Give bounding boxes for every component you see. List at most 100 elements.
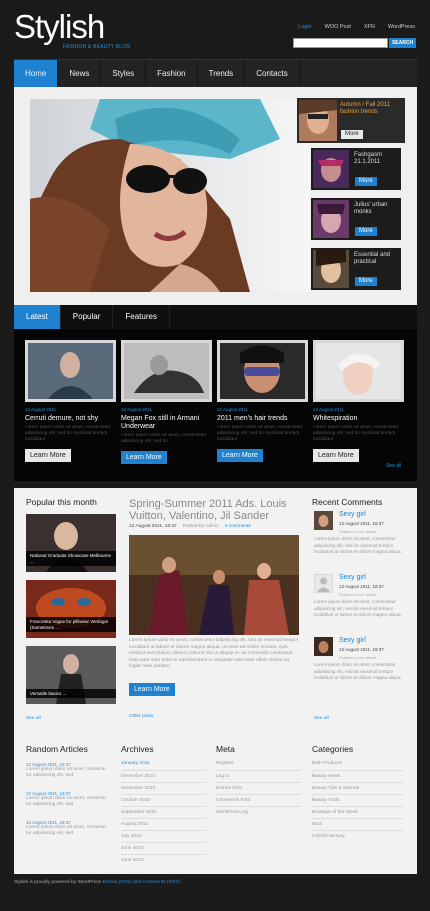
hero-side-item-1[interactable]: Autumn / Fall 2011 fashion trends More [297, 98, 405, 143]
meta-link[interactable]: Entries RSS [216, 782, 301, 794]
site-logo[interactable]: Stylish [14, 8, 105, 46]
hero-side-item-4[interactable]: Essential and practical More [311, 248, 401, 290]
nav-contacts[interactable]: Contacts [245, 60, 300, 88]
comment-date: 12 August 2011, 18:37 [339, 584, 384, 589]
archive-link[interactable]: January 2011 [121, 758, 206, 770]
archive-link[interactable]: November 2010 [121, 782, 206, 794]
archive-link[interactable]: June 2010 [121, 842, 206, 854]
archive-link[interactable]: December 2010 [121, 770, 206, 782]
hero-slider: Autumn / Fall 2011 fashion trends More F… [14, 87, 417, 305]
card-image[interactable] [217, 340, 308, 402]
random-item[interactable]: 12 August 2011, 18:37 Lorem ipsum dolor … [26, 762, 111, 779]
top-link-wordpress[interactable]: WordPress [388, 24, 415, 30]
more-button[interactable]: More [355, 227, 377, 236]
comments-see-all[interactable]: See all [314, 716, 329, 721]
comment-author[interactable]: Sexy girl [339, 574, 366, 581]
card-image[interactable] [25, 340, 116, 402]
card-date: 12 August 2011 [313, 407, 344, 412]
popular-item[interactable]: Franceska Vogue for pilliwear Verdugo! (… [26, 580, 116, 638]
meta-link[interactable]: Comments RSS [216, 794, 301, 806]
card-excerpt: Lorem ipsum dolor sit amet, consectetur … [25, 425, 111, 442]
nav-styles[interactable]: Styles [101, 60, 147, 88]
post-image[interactable] [129, 535, 299, 635]
more-button[interactable]: More [355, 177, 377, 186]
card-image[interactable] [121, 340, 212, 402]
older-posts-link[interactable]: Older posts [129, 714, 154, 719]
comment-text: Lorem ipsum dolor sit amet, consectetur … [314, 662, 402, 680]
post-title[interactable]: Spring-Summer 2011 Ads. Louis Vuitton, V… [129, 498, 309, 522]
top-links: Login WOO Post XFN WordPress [298, 24, 415, 30]
learn-more-button[interactable]: Learn More [313, 449, 359, 462]
category-link[interactable]: Beauty Tips & Secrets [312, 782, 404, 794]
learn-more-button[interactable]: Learn More [25, 449, 71, 462]
meta-link[interactable]: Register [216, 758, 301, 770]
more-button[interactable]: More [341, 130, 363, 139]
tab-features[interactable]: Features [113, 305, 170, 329]
meta-link[interactable]: Log in [216, 770, 301, 782]
card-title[interactable]: Cerruti demure, not shy [25, 415, 116, 423]
archive-link[interactable]: July 2010 [121, 830, 206, 842]
comment-note: Posted in your article [339, 592, 377, 597]
category-link[interactable]: Boutique of the Week [312, 806, 404, 818]
popular-heading: Popular this month [26, 497, 97, 507]
categories-widget: Categories Bath Products Beauty News Bea… [312, 744, 404, 842]
category-link[interactable]: Beauty Tools [312, 794, 404, 806]
main-content: Popular this month National Graduate Sho… [14, 488, 417, 734]
post-comments-link[interactable]: 4 comments [225, 524, 251, 529]
card-date: 12 August 2011 [217, 407, 248, 412]
hero-side-item-3[interactable]: Julius' urban monks More [311, 198, 401, 240]
search-button[interactable]: SEARCH [389, 38, 416, 48]
category-link[interactable]: Bath Products [312, 758, 404, 770]
category-link[interactable]: Colorful Beauty [312, 830, 404, 842]
hero-image[interactable] [30, 99, 310, 292]
archive-link[interactable]: August 2010 [121, 818, 206, 830]
archive-link[interactable]: October 2010 [121, 794, 206, 806]
nav-home[interactable]: Home [14, 60, 59, 88]
random-item[interactable]: 12 August 2011, 18:37 Lorem ipsum dolor … [26, 791, 111, 808]
popular-item[interactable]: Versatile basics ... [26, 646, 116, 704]
card-date: 12 August 2011 [121, 407, 152, 412]
card-excerpt: Lorem ipsum dolor sit amet, consectetur … [313, 425, 399, 442]
card-title[interactable]: Megan Fox still in Armani Underwear [121, 415, 212, 431]
avatar [314, 637, 333, 656]
meta-link[interactable]: WordPress.org [216, 806, 301, 818]
hero-side-title: Autumn / Fall 2011 fashion trends [340, 102, 390, 115]
top-link-xfn[interactable]: XFN [364, 24, 375, 30]
card-image[interactable] [313, 340, 404, 402]
random-text: Lorem ipsum dolor sit amet, consecte tur… [26, 796, 106, 807]
learn-more-button[interactable]: Learn More [217, 449, 263, 462]
random-heading: Random Articles [26, 744, 88, 754]
card-title[interactable]: 2011 men's hair trends [217, 415, 308, 423]
category-link[interactable]: Beauty News [312, 770, 404, 782]
archive-link[interactable]: September 2010 [121, 806, 206, 818]
top-link-woo-post[interactable]: WOO Post [325, 24, 351, 30]
popular-see-all[interactable]: See all [26, 716, 41, 721]
hero-side-title: Julius' urban monks [354, 202, 388, 215]
card-title[interactable]: Whitespiration [313, 415, 404, 423]
content-tabs: Latest Popular Features [14, 305, 417, 329]
search-input[interactable] [293, 38, 388, 48]
meta-widget: Meta Register Log in Entries RSS Comment… [216, 744, 301, 818]
hero-side-item-2[interactable]: Fashgasm 21.1.2011 More [311, 148, 401, 190]
comment-author[interactable]: Sexy girl [339, 511, 366, 518]
categories-heading: Categories [312, 744, 354, 754]
comment-author[interactable]: Sexy girl [339, 637, 366, 644]
site-tagline: FASHION & BEAUTY BLOG [63, 44, 131, 50]
comment-item: Sexy girl 12 August 2011, 18:37 Posted i… [314, 637, 406, 692]
archive-link[interactable]: June 2010 [121, 854, 206, 866]
more-button[interactable]: More [355, 277, 377, 286]
category-link[interactable]: Bras [312, 818, 404, 830]
tab-popular[interactable]: Popular [61, 305, 114, 329]
nav-news[interactable]: News [58, 60, 102, 88]
nav-fashion[interactable]: Fashion [146, 60, 198, 88]
top-link-login[interactable]: Login [298, 24, 311, 30]
popular-item[interactable]: National Graduate Showcase Melbourne ... [26, 514, 116, 572]
see-all-link[interactable]: See all [386, 463, 401, 469]
post-learn-more-button[interactable]: Learn More [129, 683, 175, 696]
tab-latest[interactable]: Latest [14, 305, 61, 329]
nav-trends[interactable]: Trends [198, 60, 246, 88]
random-item[interactable]: 12 August 2011, 18:37 Lorem ipsum dolor … [26, 820, 111, 837]
hero-side-title: Fashgasm 21.1.2011 [354, 152, 383, 165]
learn-more-button[interactable]: Learn More [121, 451, 167, 464]
footer-rss-links[interactable]: Entries (RSS) and Comments (RSS) [102, 880, 180, 885]
